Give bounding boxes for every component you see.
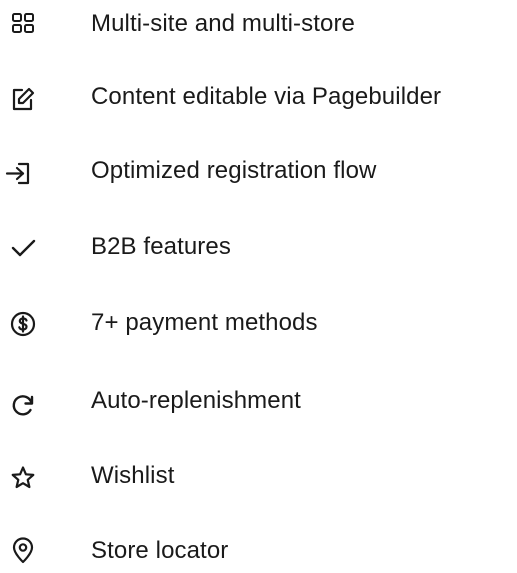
dollar-circle-icon	[9, 310, 37, 338]
feature-item-content-editable: Content editable via Pagebuilder	[0, 79, 517, 119]
feature-list: Multi-site and multi-store Content edita…	[0, 0, 517, 570]
feature-item-auto-replenishment: Auto-replenishment	[0, 383, 517, 423]
feature-item-b2b: B2B features	[0, 229, 517, 269]
grid-icon	[9, 10, 37, 38]
edit-icon	[9, 85, 37, 113]
feature-label: Auto-replenishment	[91, 387, 301, 414]
feature-label: 7+ payment methods	[91, 309, 318, 336]
refresh-icon	[9, 391, 37, 419]
feature-label: Content editable via Pagebuilder	[91, 83, 442, 110]
check-icon	[9, 234, 37, 262]
feature-label: Store locator	[91, 537, 229, 564]
feature-item-multi-site: Multi-site and multi-store	[0, 6, 517, 46]
feature-label: B2B features	[91, 233, 231, 260]
sign-in-icon	[4, 159, 32, 187]
feature-item-store-locator: Store locator	[0, 533, 517, 573]
feature-label: Multi-site and multi-store	[91, 10, 356, 37]
feature-item-payment: 7+ payment methods	[0, 305, 517, 345]
feature-label: Optimized registration flow	[91, 157, 377, 184]
map-pin-icon	[9, 537, 37, 565]
feature-label: Wishlist	[91, 462, 175, 489]
star-icon	[9, 464, 37, 492]
feature-item-registration: Optimized registration flow	[0, 153, 517, 193]
feature-item-wishlist: Wishlist	[0, 458, 517, 498]
